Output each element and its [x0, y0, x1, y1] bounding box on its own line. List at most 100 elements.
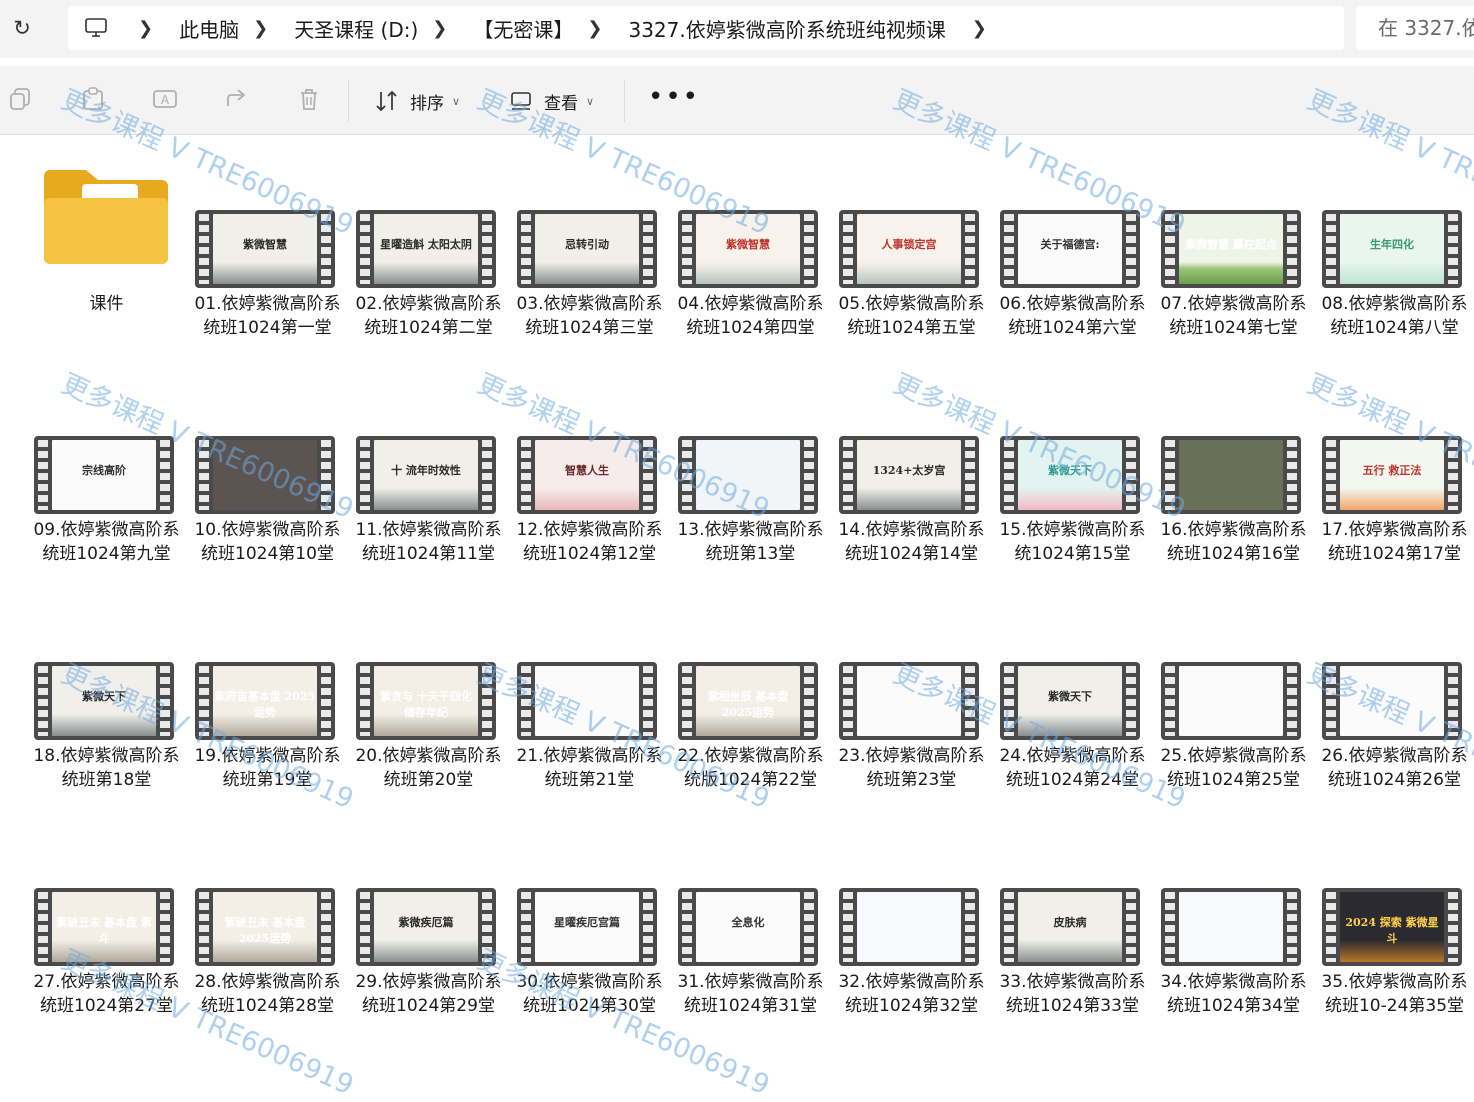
video-thumbnail[interactable]: 皮肤病 [1000, 888, 1140, 966]
file-name-label[interactable]: 27.依婷紫微高阶系统班1024第27堂 [26, 970, 187, 1018]
video-file-item[interactable]: 13.依婷紫微高阶系统班第13堂 [670, 362, 831, 572]
file-name-label[interactable]: 21.依婷紫微高阶系统班第21堂 [509, 744, 670, 792]
breadcrumb-label[interactable]: 3327.依婷紫微高阶系统班纯视频课 [628, 14, 945, 43]
video-file-item[interactable]: 紫府宙基本盘 2025运势 19.依婷紫微高阶系统班第19堂 [187, 588, 348, 798]
chevron-right-icon[interactable]: ❯ [239, 18, 294, 39]
video-file-item[interactable]: 关于福德宫: 06.依婷紫微高阶系统班1024第六堂 [992, 136, 1153, 346]
file-name-label[interactable]: 01.依婷紫微高阶系统班1024第一堂 [187, 292, 348, 340]
video-file-item[interactable]: 紫相坐辰 基本盘 2025运势 22.依婷紫微高阶系统版1024第22堂 [670, 588, 831, 798]
file-name-label[interactable]: 课件 [26, 292, 187, 316]
file-name-label[interactable]: 13.依婷紫微高阶系统班第13堂 [670, 518, 831, 566]
video-thumbnail[interactable]: 1324+太岁宫 [839, 436, 979, 514]
file-name-label[interactable]: 12.依婷紫微高阶系统班1024第12堂 [509, 518, 670, 566]
video-file-item[interactable]: 紫贪与 十天干四化 储存年纪 20.依婷紫微高阶系统班第20堂 [348, 588, 509, 798]
video-thumbnail[interactable]: 紫微天下 [1000, 662, 1140, 740]
video-thumbnail[interactable]: 星曜疾厄宫篇 [517, 888, 657, 966]
video-thumbnail[interactable]: 紫府宙基本盘 2025运势 [195, 662, 335, 740]
address-bar[interactable]: ❯ 此电脑 ❯ 天圣课程 (D:) ❯ 【无密课】 ❯ 3327.依婷紫微高阶系… [68, 6, 1344, 50]
video-thumbnail[interactable]: 星曜造斛 太阳太阴 [356, 210, 496, 288]
video-file-item[interactable]: 十 流年时效性 11.依婷紫微高阶系统班1024第11堂 [348, 362, 509, 572]
video-thumbnail[interactable] [678, 436, 818, 514]
chevron-right-icon[interactable]: ❯ [418, 18, 473, 39]
file-name-label[interactable]: 28.依婷紫微高阶系统班1024第28堂 [187, 970, 348, 1018]
chevron-right-icon[interactable]: ❯ [946, 18, 1013, 39]
video-thumbnail[interactable]: 忌转引动 [517, 210, 657, 288]
video-file-item[interactable]: 紫微天下 24.依婷紫微高阶系统班1024第24堂 [992, 588, 1153, 798]
video-file-item[interactable]: 宗线高阶 09.依婷紫微高阶系统班1024第九堂 [26, 362, 187, 572]
video-thumbnail[interactable] [1161, 436, 1301, 514]
video-thumbnail[interactable]: 生年四化 [1322, 210, 1462, 288]
file-name-label[interactable]: 32.依婷紫微高阶系统班1024第32堂 [831, 970, 992, 1018]
file-name-label[interactable]: 26.依婷紫微高阶系统班1024第26堂 [1314, 744, 1474, 792]
video-file-item[interactable]: 星曜疾厄宫篇 30.依婷紫微高阶系统班1024第30堂 [509, 814, 670, 1024]
video-file-item[interactable]: 全息化 31.依婷紫微高阶系统班1024第31堂 [670, 814, 831, 1024]
file-name-label[interactable]: 31.依婷紫微高阶系统班1024第31堂 [670, 970, 831, 1018]
video-thumbnail[interactable]: 2024 探索 紫微星斗 [1322, 888, 1462, 966]
copy-icon[interactable] [8, 86, 34, 112]
video-thumbnail[interactable]: 紫破丑未 基本盘 2025运势 [195, 888, 335, 966]
file-name-label[interactable]: 20.依婷紫微高阶系统班第20堂 [348, 744, 509, 792]
file-name-label[interactable]: 02.依婷紫微高阶系统班1024第二堂 [348, 292, 509, 340]
file-name-label[interactable]: 08.依婷紫微高阶系统班1024第八堂 [1314, 292, 1474, 340]
file-name-label[interactable]: 06.依婷紫微高阶系统班1024第六堂 [992, 292, 1153, 340]
file-name-label[interactable]: 25.依婷紫微高阶系统班1024第25堂 [1153, 744, 1314, 792]
file-name-label[interactable]: 18.依婷紫微高阶系统班第18堂 [26, 744, 187, 792]
video-file-item[interactable]: 16.依婷紫微高阶系统班1024第16堂 [1153, 362, 1314, 572]
file-name-label[interactable]: 05.依婷紫微高阶系统班1024第五堂 [831, 292, 992, 340]
breadcrumb-label[interactable]: 此电脑 [179, 14, 239, 43]
video-file-item[interactable]: 25.依婷紫微高阶系统班1024第25堂 [1153, 588, 1314, 798]
video-thumbnail[interactable]: 紫贪与 十天干四化 储存年纪 [356, 662, 496, 740]
video-file-item[interactable]: 紫破丑未 基本盘 紫斗 27.依婷紫微高阶系统班1024第27堂 [26, 814, 187, 1024]
rename-icon[interactable]: A [152, 86, 178, 112]
video-thumbnail[interactable] [517, 662, 657, 740]
video-file-item[interactable]: 紫破丑未 基本盘 2025运势 28.依婷紫微高阶系统班1024第28堂 [187, 814, 348, 1024]
breadcrumb-this-pc[interactable]: ❯ 此电脑 [124, 14, 239, 43]
more-options-button[interactable]: ••• [648, 84, 700, 110]
video-file-item[interactable]: 紫微智慧 赢在起点 07.依婷紫微高阶系统班1024第七堂 [1153, 136, 1314, 346]
delete-icon[interactable] [296, 86, 322, 112]
video-file-item[interactable]: 皮肤病 33.依婷紫微高阶系统班1024第33堂 [992, 814, 1153, 1024]
video-thumbnail[interactable]: 十 流年时效性 [356, 436, 496, 514]
chevron-right-icon[interactable]: ❯ [124, 18, 179, 39]
video-file-item[interactable]: 五行 救正法 17.依婷紫微高阶系统班1024第17堂 [1314, 362, 1474, 572]
sort-button[interactable]: 排序 ∨ [374, 86, 460, 116]
video-thumbnail[interactable]: 智慧人生 [517, 436, 657, 514]
file-name-label[interactable]: 09.依婷紫微高阶系统班1024第九堂 [26, 518, 187, 566]
video-file-item[interactable]: 紫微智慧 04.依婷紫微高阶系统班1024第四堂 [670, 136, 831, 346]
file-name-label[interactable]: 24.依婷紫微高阶系统班1024第24堂 [992, 744, 1153, 792]
video-file-item[interactable]: 生年四化 08.依婷紫微高阶系统班1024第八堂 [1314, 136, 1474, 346]
file-name-label[interactable]: 07.依婷紫微高阶系统班1024第七堂 [1153, 292, 1314, 340]
share-icon[interactable] [224, 86, 250, 112]
file-name-label[interactable]: 34.依婷紫微高阶系统班1024第34堂 [1153, 970, 1314, 1018]
file-name-label[interactable]: 03.依婷紫微高阶系统班1024第三堂 [509, 292, 670, 340]
video-file-item[interactable]: 1324+太岁宫 14.依婷紫微高阶系统班1024第14堂 [831, 362, 992, 572]
video-file-item[interactable]: 紫微天下 15.依婷紫微高阶系统1024第15堂 [992, 362, 1153, 572]
video-file-item[interactable]: 26.依婷紫微高阶系统班1024第26堂 [1314, 588, 1474, 798]
file-name-label[interactable]: 19.依婷紫微高阶系统班第19堂 [187, 744, 348, 792]
video-file-item[interactable]: 10.依婷紫微高阶系统班1024第10堂 [187, 362, 348, 572]
video-file-item[interactable]: 紫微疾厄篇 29.依婷紫微高阶系统班1024第29堂 [348, 814, 509, 1024]
video-file-item[interactable]: 人事锁定宫 05.依婷紫微高阶系统班1024第五堂 [831, 136, 992, 346]
file-name-label[interactable]: 33.依婷紫微高阶系统班1024第33堂 [992, 970, 1153, 1018]
paste-icon[interactable] [80, 86, 106, 112]
file-name-label[interactable]: 16.依婷紫微高阶系统班1024第16堂 [1153, 518, 1314, 566]
video-thumbnail[interactable]: 人事锁定宫 [839, 210, 979, 288]
video-thumbnail[interactable]: 紫微智慧 [678, 210, 818, 288]
video-file-item[interactable]: 21.依婷紫微高阶系统班第21堂 [509, 588, 670, 798]
breadcrumb-no-password[interactable]: ❯ 【无密课】 [418, 14, 573, 43]
file-name-label[interactable]: 14.依婷紫微高阶系统班1024第14堂 [831, 518, 992, 566]
file-name-label[interactable]: 11.依婷紫微高阶系统班1024第11堂 [348, 518, 509, 566]
video-thumbnail[interactable] [1161, 888, 1301, 966]
file-name-label[interactable]: 23.依婷紫微高阶系统班第23堂 [831, 744, 992, 792]
file-name-label[interactable]: 35.依婷紫微高阶系统班10-24第35堂 [1314, 970, 1474, 1018]
video-file-item[interactable]: 智慧人生 12.依婷紫微高阶系统班1024第12堂 [509, 362, 670, 572]
file-name-label[interactable]: 10.依婷紫微高阶系统班1024第10堂 [187, 518, 348, 566]
video-file-item[interactable]: 紫微智慧 01.依婷紫微高阶系统班1024第一堂 [187, 136, 348, 346]
search-input[interactable]: 在 3327.依婷紫微高阶系统班纯视频课 中搜索 [1356, 6, 1474, 50]
video-thumbnail[interactable] [839, 662, 979, 740]
video-file-item[interactable]: 2024 探索 紫微星斗 35.依婷紫微高阶系统班10-24第35堂 [1314, 814, 1474, 1024]
video-file-item[interactable]: 紫微天下 18.依婷紫微高阶系统班第18堂 [26, 588, 187, 798]
video-thumbnail[interactable]: 全息化 [678, 888, 818, 966]
refresh-icon[interactable]: ↻ [8, 14, 36, 42]
video-thumbnail[interactable]: 紫破丑未 基本盘 紫斗 [34, 888, 174, 966]
